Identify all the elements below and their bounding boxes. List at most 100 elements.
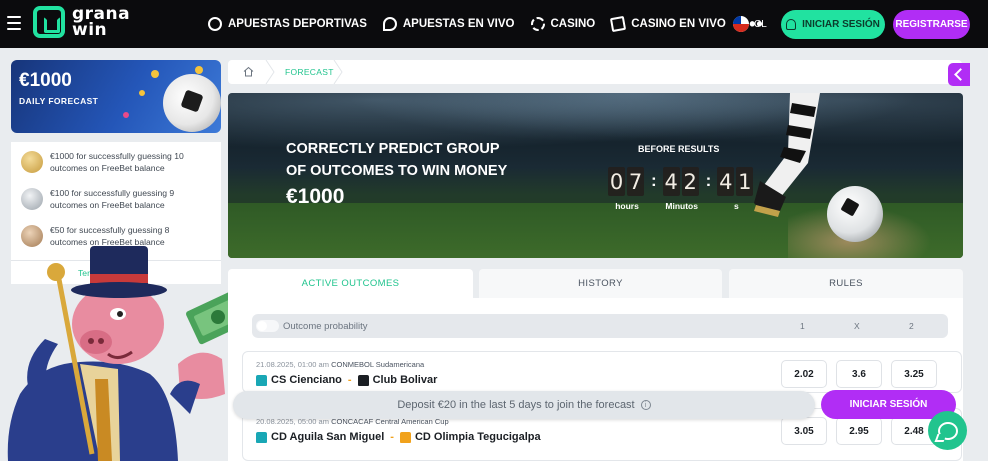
timer-hours-label: hours bbox=[615, 201, 639, 211]
language-selector[interactable]: CL bbox=[754, 19, 767, 30]
match-teams: CD Aguila San Miguel - CD Olimpia Teguci… bbox=[256, 431, 541, 443]
team-shirt-icon bbox=[256, 374, 267, 386]
forecast-hero-banner: CORRECTLY PREDICT GROUP OF OUTCOMES TO W… bbox=[228, 93, 963, 258]
match-date: 21.08.2025, 01:00 am bbox=[256, 360, 329, 369]
odd-away-button[interactable]: 3.25 bbox=[891, 360, 937, 388]
probability-label: Outcome probability bbox=[283, 321, 368, 332]
team-shirt-icon bbox=[357, 374, 369, 386]
info-icon[interactable]: i bbox=[640, 400, 651, 410]
deposit-requirement-bar: Deposit €20 in the last 5 days to join t… bbox=[233, 391, 815, 419]
main-nav: APUESTAS DEPORTIVAS APUESTAS EN VIVO CAS… bbox=[208, 0, 764, 48]
live-icon bbox=[382, 17, 397, 31]
team-shirt-icon bbox=[399, 431, 411, 443]
logo[interactable]: grana win bbox=[33, 6, 130, 40]
timer-digit: 4 bbox=[717, 167, 735, 196]
column-header-1: 1 bbox=[800, 321, 805, 331]
hamburger-menu-icon[interactable] bbox=[7, 16, 21, 30]
timer-digit: 2 bbox=[681, 167, 699, 196]
coin-icon bbox=[195, 66, 203, 74]
tab-history[interactable]: HISTORY bbox=[479, 269, 722, 298]
login-button-label: INICIAR SESIÓN bbox=[802, 19, 880, 30]
register-button[interactable]: REGISTRARSE bbox=[893, 10, 970, 39]
chile-flag-icon[interactable] bbox=[733, 16, 749, 32]
timer-seconds: 4 1 s bbox=[717, 167, 755, 211]
home-team: CS Cienciano bbox=[271, 374, 342, 386]
match-row: 21.08.2025, 01:00 am CONMEBOL Sudamerica… bbox=[242, 351, 962, 393]
timer-colon: : bbox=[705, 171, 712, 190]
breadcrumb-separator-icon bbox=[265, 60, 275, 84]
deposit-text: Deposit €20 in the last 5 days to join t… bbox=[397, 399, 635, 411]
soccer-ball-icon bbox=[208, 17, 222, 31]
timer-minutes: 4 2 Minutos bbox=[662, 167, 701, 211]
breadcrumb-separator-icon bbox=[333, 60, 343, 84]
tab-rules[interactable]: RULES bbox=[729, 269, 963, 298]
hero-prize-amount: €1000 bbox=[286, 185, 345, 208]
promo-amount: €1000 bbox=[19, 70, 72, 91]
odd-home-button[interactable]: 3.05 bbox=[781, 417, 827, 445]
team-shirt-icon bbox=[256, 431, 267, 443]
odd-draw-button[interactable]: 2.95 bbox=[836, 417, 882, 445]
top-header: grana win APUESTAS DEPORTIVAS APUESTAS E… bbox=[0, 0, 988, 48]
nav-label: CASINO bbox=[550, 18, 596, 30]
promo-label: DAILY FORECAST bbox=[19, 96, 99, 106]
coin-icon bbox=[123, 112, 129, 118]
nav-live-betting[interactable]: APUESTAS EN VIVO bbox=[382, 17, 515, 31]
timer-digit: 7 bbox=[627, 167, 644, 196]
hero-title: CORRECTLY PREDICT GROUP OF OUTCOMES TO W… bbox=[286, 141, 508, 179]
nav-label: APUESTAS DEPORTIVAS bbox=[228, 18, 367, 30]
column-header-2: 2 bbox=[909, 321, 914, 331]
odd-home-button[interactable]: 2.02 bbox=[781, 360, 827, 388]
breadcrumb: FORECAST bbox=[228, 60, 962, 84]
probability-toggle[interactable] bbox=[256, 320, 279, 332]
timer-hours: 0 7 hours bbox=[608, 167, 646, 211]
away-team: Club Bolivar bbox=[372, 374, 438, 386]
gold-trophy-icon bbox=[21, 151, 43, 173]
match-league: CONMEBOL Sudamericana bbox=[331, 360, 425, 369]
away-team: CD Olimpia Tegucigalpa bbox=[414, 431, 541, 443]
silver-trophy-icon bbox=[21, 188, 43, 210]
soccer-ball-icon bbox=[827, 186, 883, 242]
coin-icon bbox=[139, 90, 145, 96]
nav-label: APUESTAS EN VIVO bbox=[402, 18, 515, 30]
card-icon bbox=[610, 15, 627, 33]
nav-live-casino[interactable]: CASINO EN VIVO bbox=[610, 15, 726, 33]
countdown-heading: BEFORE RESULTS bbox=[638, 144, 720, 154]
chat-bubble-icon bbox=[937, 421, 958, 440]
probability-header: Outcome probability 1 X 2 bbox=[252, 314, 948, 338]
home-team: CD Aguila San Miguel bbox=[271, 431, 385, 443]
tab-active-outcomes[interactable]: ACTIVE OUTCOMES bbox=[228, 269, 473, 298]
vs-separator: - bbox=[390, 431, 394, 443]
nav-label: CASINO EN VIVO bbox=[631, 18, 726, 30]
breadcrumb-current: FORECAST bbox=[285, 67, 334, 77]
timer-colon: : bbox=[651, 171, 657, 190]
login-button[interactable]: INICIAR SESIÓN bbox=[781, 10, 885, 39]
nav-sports-betting[interactable]: APUESTAS DEPORTIVAS bbox=[208, 17, 367, 31]
logo-mark-icon bbox=[33, 6, 65, 38]
timer-seconds-label: s bbox=[733, 201, 739, 211]
user-icon bbox=[786, 19, 797, 30]
odd-draw-button[interactable]: 3.6 bbox=[836, 360, 882, 388]
home-icon[interactable] bbox=[243, 66, 254, 77]
match-meta: 21.08.2025, 01:00 am CONMEBOL Sudamerica… bbox=[256, 360, 424, 369]
prize-text: €100 for successfully guessing 9 outcome… bbox=[50, 188, 175, 210]
collapse-sidebar-chevron-icon[interactable] bbox=[948, 63, 970, 86]
prize-item: €1000 for successfully guessing 10 outco… bbox=[21, 150, 200, 174]
timer-digit: 0 bbox=[608, 167, 625, 196]
column-header-x: X bbox=[854, 321, 860, 331]
prize-item: €100 for successfully guessing 9 outcome… bbox=[21, 187, 200, 211]
prize-text: €1000 for successfully guessing 10 outco… bbox=[50, 151, 184, 173]
vs-separator: - bbox=[347, 374, 352, 386]
pig-mascot-illustration bbox=[7, 246, 250, 461]
countdown-timer: 0 7 hours : 4 2 Minutos : 4 1 s bbox=[608, 167, 755, 211]
timer-minutes-label: Minutos bbox=[665, 201, 698, 211]
chip-icon bbox=[530, 17, 545, 31]
timer-digit: 1 bbox=[736, 167, 754, 196]
daily-forecast-banner[interactable]: €1000 DAILY FORECAST bbox=[11, 60, 221, 133]
timer-digit: 4 bbox=[662, 167, 680, 196]
live-chat-button[interactable] bbox=[928, 411, 967, 450]
match-teams: CS Cienciano - Club Bolivar bbox=[256, 374, 437, 386]
soccer-ball-icon bbox=[163, 74, 221, 132]
coin-icon bbox=[151, 70, 159, 78]
logo-text-line2: win bbox=[72, 20, 108, 40]
nav-casino[interactable]: CASINO bbox=[530, 17, 596, 31]
